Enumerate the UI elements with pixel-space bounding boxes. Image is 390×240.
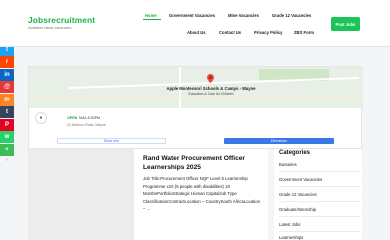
linkedin-icon[interactable]: in (0, 68, 14, 81)
category-divider (279, 201, 361, 202)
map-view[interactable]: Apple Montessori Schools & Camps - Wayne… (29, 67, 363, 108)
post-thumbnail[interactable] (28, 149, 134, 240)
category-divider (279, 186, 361, 187)
nav-government-vacancies[interactable]: Government Vacancies (169, 13, 215, 18)
share-more-icon[interactable]: + (0, 143, 14, 156)
nav-privacy-policy[interactable]: Privacy Policy (254, 30, 282, 35)
nav-contact-us[interactable]: Contact Us (219, 30, 241, 35)
store-info-button[interactable]: Store info (57, 138, 166, 144)
nav-zbs-form[interactable]: ZBS Form (294, 30, 314, 35)
post-title[interactable]: Rand Water Procurement Officer Learnersh… (143, 154, 261, 172)
whatsapp-icon[interactable]: w (0, 131, 14, 143)
category-divider (279, 231, 361, 232)
reddit-icon[interactable]: r (0, 56, 14, 68)
school-logo-icon: ● (35, 112, 47, 124)
categories-heading: Categories (279, 150, 311, 156)
social-share-bar: ftrin@mtPw+‹ (0, 31, 14, 165)
category-link-bursaries[interactable]: Bursaries (279, 162, 297, 167)
map-pin-icon[interactable] (207, 74, 214, 83)
post-excerpt: Job Title:Procurement Officer NQF Level … (143, 176, 261, 211)
map-place-category: Education & Care for Children (188, 92, 234, 96)
nav-about-us[interactable]: About Us (187, 30, 206, 35)
category-link-learnerships[interactable]: Learnerships (279, 235, 303, 240)
post-jobs-button[interactable]: Post Jobs (331, 17, 360, 31)
category-link-graduate-internship[interactable]: Graduate/Internship (279, 207, 316, 212)
site-header: Jobsrecruitment Available latest vacanci… (0, 0, 390, 46)
email-icon[interactable]: @ (0, 81, 14, 93)
header-divider (0, 46, 390, 47)
directions-button[interactable]: Directions (224, 138, 334, 144)
nav-mine-vacancies[interactable]: Mine Vacancies (228, 13, 259, 18)
category-divider (279, 171, 361, 172)
category-link-grade-12-vacancies[interactable]: Grade 12 Vacancies (279, 192, 317, 197)
map-road (29, 97, 363, 99)
nav-home[interactable]: Home (145, 13, 157, 18)
open-hours: OPEN 7AM–6:30PM (67, 116, 100, 120)
site-tagline: Available latest vacancies (28, 26, 72, 30)
site-logo[interactable]: Jobsrecruitment (28, 15, 95, 25)
category-divider (279, 216, 361, 217)
category-link-latest-jobs[interactable]: Latest Jobs (279, 222, 300, 227)
mix-icon[interactable]: m (0, 93, 14, 106)
map-embed[interactable]: Apple Montessori Schools & Camps - Wayne… (28, 66, 363, 149)
hours-text: 7AM–6:30PM (78, 116, 100, 120)
share-collapse-icon[interactable]: ‹ (0, 156, 14, 164)
active-nav-underline (143, 19, 161, 20)
open-label: OPEN (67, 116, 78, 120)
category-link-government-vacancies[interactable]: Government Vacancies (279, 177, 322, 182)
nav-grade-12-vacancies[interactable]: Grade 12 Vacancies (272, 13, 311, 18)
tumblr-icon[interactable]: t (0, 106, 14, 118)
pinterest-icon[interactable]: P (0, 118, 14, 131)
map-address: 23 Molecco Road, Wayne (67, 123, 106, 127)
map-place-name: Apple Montessori Schools & Camps - Wayne (166, 86, 256, 91)
